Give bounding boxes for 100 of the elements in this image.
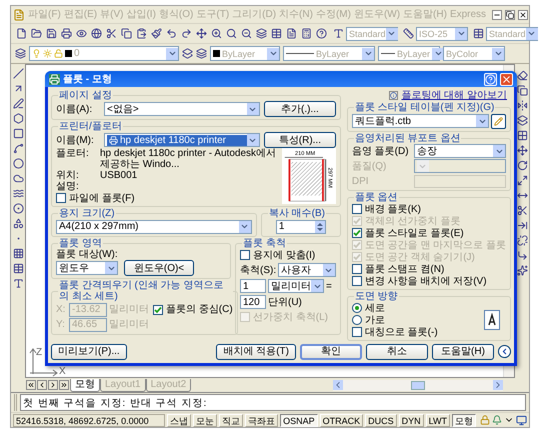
status-toggle[interactable]: 스냅	[167, 414, 192, 426]
eye-icon[interactable]	[76, 28, 87, 39]
table-icon[interactable]	[12, 263, 24, 274]
calculator-icon[interactable]	[301, 28, 312, 39]
circle-icon[interactable]	[12, 158, 24, 169]
radio-button[interactable]	[352, 315, 362, 325]
clipboard-icon[interactable]	[136, 28, 147, 39]
horizontal-scrollbar[interactable]	[333, 380, 503, 390]
restore-icon[interactable]	[505, 10, 516, 20]
checkbox[interactable]	[352, 204, 362, 214]
file-icon[interactable]	[16, 28, 27, 39]
minimize-icon[interactable]	[492, 10, 502, 20]
text-field[interactable]: 1	[240, 279, 266, 293]
layer-icon[interactable]	[182, 48, 193, 59]
status-toggle[interactable]: 모형	[452, 414, 476, 426]
spline-icon[interactable]	[12, 188, 24, 199]
scissors-icon[interactable]	[106, 28, 117, 39]
text-style-icon[interactable]	[333, 28, 344, 39]
search-icon[interactable]	[226, 28, 237, 39]
lock-icon[interactable]	[480, 415, 490, 425]
array-icon[interactable]	[516, 130, 528, 141]
block-icon[interactable]	[12, 218, 24, 229]
layout-tab[interactable]: 모형	[70, 378, 100, 392]
hatch-icon[interactable]	[12, 248, 24, 259]
explode-icon[interactable]	[516, 265, 528, 276]
folder-icon[interactable]	[31, 28, 42, 39]
layer-previous-icon[interactable]	[196, 48, 207, 59]
checkbox[interactable]	[56, 193, 66, 203]
dropdown[interactable]: <없음>	[104, 102, 260, 116]
tab-nav-button[interactable]	[26, 380, 36, 390]
button[interactable]: 윈도우(O)<	[124, 260, 194, 276]
checkbox[interactable]	[352, 327, 362, 337]
scale-icon[interactable]	[516, 175, 528, 186]
dropdown[interactable]: 송장	[414, 144, 506, 158]
text-icon[interactable]	[12, 278, 24, 289]
tab-nav-button[interactable]	[59, 380, 69, 390]
arc-icon[interactable]	[12, 143, 24, 154]
copy-icon[interactable]	[121, 28, 132, 39]
status-toggle[interactable]: 직교	[219, 414, 244, 426]
checkbox[interactable]	[352, 264, 362, 274]
radio-button[interactable]	[352, 303, 362, 313]
fillet-icon[interactable]	[516, 250, 528, 261]
undo-icon[interactable]	[166, 28, 177, 39]
hexagon-icon[interactable]	[12, 113, 24, 124]
table-icon[interactable]	[271, 28, 282, 39]
checkbox[interactable]	[153, 304, 163, 314]
close-icon[interactable]	[518, 10, 528, 20]
button[interactable]: 취소	[366, 344, 428, 360]
redo-icon[interactable]	[181, 28, 192, 39]
mirror-icon[interactable]	[516, 100, 528, 111]
printer-icon[interactable]	[61, 28, 72, 39]
ellipse-icon[interactable]	[12, 203, 24, 214]
button[interactable]: 도움말(H)	[432, 344, 494, 360]
table-style-icon[interactable]	[473, 28, 484, 39]
cloud-icon[interactable]	[12, 173, 24, 184]
polyline-icon[interactable]	[12, 98, 24, 109]
extend-icon[interactable]	[516, 220, 528, 231]
text-field[interactable]: 120	[240, 295, 266, 309]
rectangle-icon[interactable]	[12, 128, 24, 139]
button[interactable]: 확인	[300, 344, 362, 360]
button[interactable]: 특성(R)...	[264, 132, 336, 148]
status-toggle[interactable]: LWT	[426, 414, 450, 426]
line-icon[interactable]	[12, 68, 24, 79]
zoom-in-icon[interactable]	[211, 28, 222, 39]
dropdown[interactable]: 밀리미터	[268, 279, 324, 293]
stretch-icon[interactable]	[516, 190, 528, 201]
break-icon[interactable]	[516, 235, 528, 246]
help-link[interactable]: 플로팅에 대해 알아보기	[401, 90, 507, 101]
dropdown[interactable]: hp deskjet 1180c printer	[104, 133, 260, 147]
globe-icon[interactable]	[91, 28, 102, 39]
help-icon[interactable]	[316, 28, 327, 39]
spinner-arrows-icon[interactable]	[314, 220, 325, 232]
grip-handle[interactable]	[14, 394, 17, 411]
move-icon[interactable]	[516, 145, 528, 156]
dimension-style-icon[interactable]	[403, 28, 414, 39]
layer-manager-icon[interactable]	[15, 48, 26, 59]
pan-icon[interactable]	[196, 28, 207, 39]
checkbox[interactable]	[352, 276, 362, 286]
button[interactable]: 미리보기(P)...	[51, 344, 127, 360]
ray-icon[interactable]	[12, 83, 24, 94]
document-icon[interactable]	[286, 28, 297, 39]
status-toggle[interactable]: 모눈	[193, 414, 218, 426]
checkbox[interactable]	[352, 228, 362, 238]
dropdown[interactable]: 사용자	[278, 263, 336, 277]
spin-field[interactable]: 1	[276, 220, 326, 234]
offset-icon[interactable]	[516, 115, 528, 126]
trim-icon[interactable]	[516, 205, 528, 216]
checkbox[interactable]	[240, 250, 250, 260]
dropdown[interactable]: 윈도우	[56, 261, 118, 275]
button[interactable]: 배치에 적용(T)	[216, 344, 296, 360]
scroll-thumb[interactable]	[411, 380, 425, 390]
zoom-out-icon[interactable]	[241, 28, 252, 39]
status-toggle[interactable]: OTRACK	[320, 414, 364, 426]
button[interactable]: 추가(.)...	[264, 101, 336, 117]
scroll-left-icon[interactable]	[333, 380, 343, 390]
monitor-icon[interactable]	[516, 414, 527, 426]
text-field[interactable]	[414, 174, 506, 188]
edit-button[interactable]	[491, 114, 506, 128]
rotate-icon[interactable]	[516, 160, 528, 171]
dropdown[interactable]: A4(210 x 297mm)	[56, 220, 252, 234]
